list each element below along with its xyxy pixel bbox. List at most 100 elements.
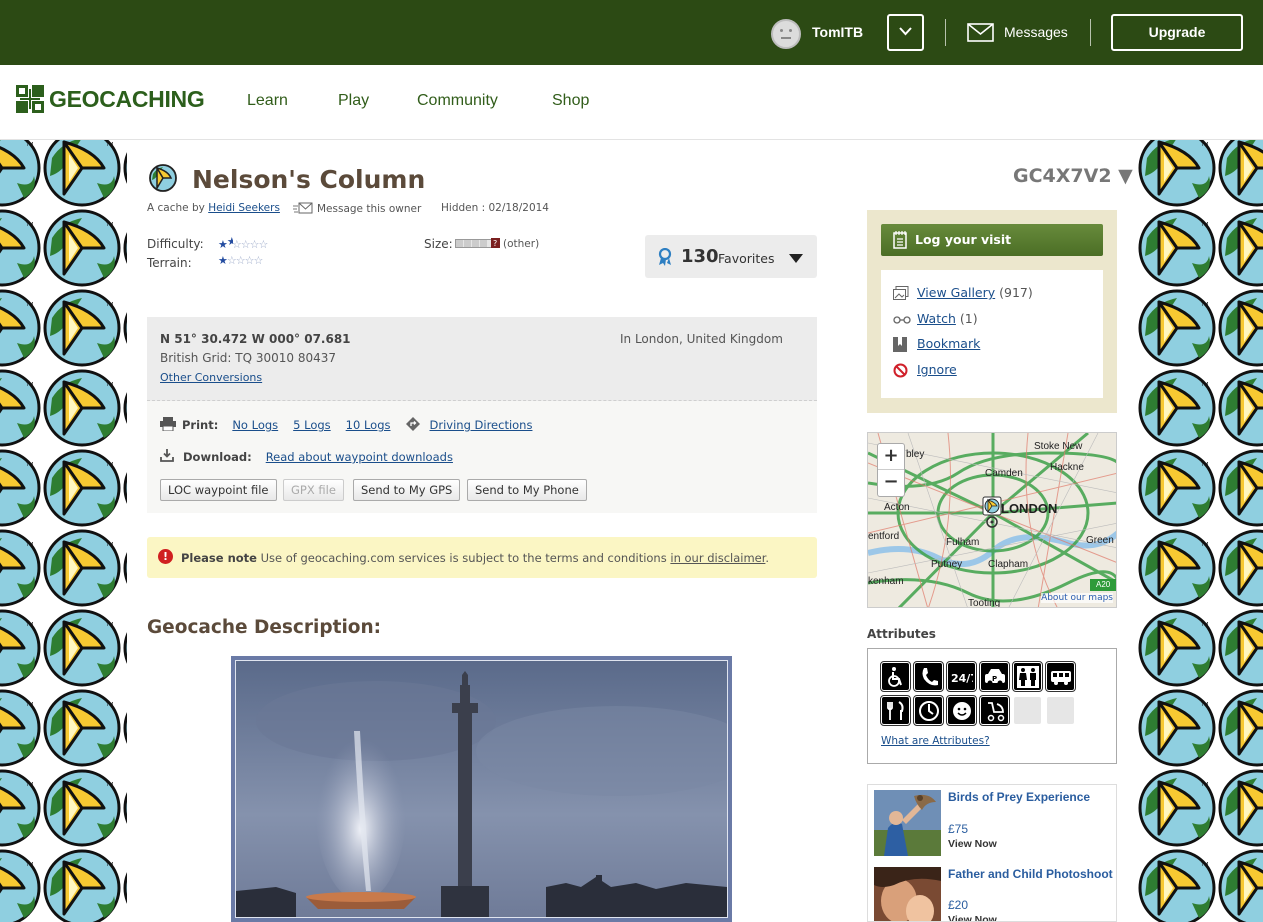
background-pattern-right: TM xyxy=(1137,140,1263,922)
bookmark-icon xyxy=(893,337,907,352)
download-row: Download: Read about waypoint downloads xyxy=(160,449,468,464)
ad-title[interactable]: Birds of Prey Experience xyxy=(948,790,1090,804)
what-are-attributes-link[interactable]: What are Attributes? xyxy=(881,735,990,747)
other-conversions-link[interactable]: Other Conversions xyxy=(160,371,262,384)
cache-photo xyxy=(231,656,732,922)
map-label: Tooting xyxy=(968,598,1001,608)
map-label: Hackne xyxy=(1050,462,1084,473)
map-label: Putney xyxy=(931,559,963,570)
cache-actions: View Gallery (917) Watch (1) Bookmark Ig… xyxy=(881,270,1103,398)
svg-text:?: ? xyxy=(493,239,497,248)
mail-icon[interactable] xyxy=(967,23,994,42)
gallery-icon xyxy=(893,286,909,300)
divider xyxy=(1090,19,1091,46)
gallery-count: (917) xyxy=(995,285,1033,300)
main-nav: GEOCACHING Learn Play Community Shop xyxy=(0,65,1263,140)
map-label: LONDON xyxy=(1001,501,1058,516)
print-no-logs-link[interactable]: No Logs xyxy=(232,418,278,432)
print-row: Print: No Logs 5 Logs 10 Logs Driving Direct… xyxy=(160,417,547,432)
cache-code-dropdown[interactable]: GC4X7V2 ▼ xyxy=(1013,165,1133,187)
difficulty-stars: ★★☆☆☆☆ xyxy=(218,235,268,251)
nav-shop[interactable]: Shop xyxy=(552,92,589,110)
alert-icon: ! xyxy=(158,549,173,564)
gallery-action: View Gallery (917) xyxy=(893,285,1033,300)
stroller-accessible-icon[interactable] xyxy=(979,695,1010,726)
print-5-logs-link[interactable]: 5 Logs xyxy=(293,418,331,432)
parking-available-icon[interactable]: P xyxy=(979,661,1010,692)
zoom-out-button[interactable]: − xyxy=(878,470,904,496)
about-maps-link[interactable]: About our maps xyxy=(1041,593,1113,603)
wheelchair-accessible-icon[interactable] xyxy=(880,661,911,692)
ignore-link[interactable]: Ignore xyxy=(917,362,957,377)
username[interactable]: TomITB xyxy=(812,24,863,40)
father-child-photoshoot-image[interactable] xyxy=(874,867,941,922)
bookmark-link[interactable]: Bookmark xyxy=(917,336,980,351)
ad-title[interactable]: Father and Child Photoshoot xyxy=(948,867,1113,881)
owner-link[interactable]: Heidi Seekers xyxy=(208,202,280,214)
cache-location: In London, United Kingdom xyxy=(620,332,783,346)
owner-prefix: A cache by xyxy=(147,202,205,214)
note-body: Use of geocaching.com services is subjec… xyxy=(256,551,671,565)
restrooms-icon[interactable] xyxy=(1012,661,1043,692)
send-to-gps-button[interactable]: Send to My GPS xyxy=(353,479,461,501)
ad-price: £20 xyxy=(948,898,969,912)
telephone-nearby-icon[interactable] xyxy=(913,661,944,692)
print-10-logs-link[interactable]: 10 Logs xyxy=(346,418,391,432)
cache-marker-icon xyxy=(982,496,1002,528)
send-to-phone-button[interactable]: Send to My Phone xyxy=(467,479,587,501)
driving-directions-link[interactable]: Driving Directions xyxy=(430,418,533,432)
ad-view-now[interactable]: View Now xyxy=(948,838,997,850)
nav-learn[interactable]: Learn xyxy=(247,92,288,110)
messages-link[interactable]: Messages xyxy=(1004,24,1068,40)
description-title: Geocache Description: xyxy=(147,617,382,638)
takes-less-than-hour-icon[interactable] xyxy=(913,695,944,726)
map-label: Acton xyxy=(884,502,910,513)
available-24-7-icon[interactable]: 24/7 xyxy=(946,661,977,692)
chevron-down-icon xyxy=(899,27,912,36)
divider xyxy=(945,19,946,46)
zoom-in-button[interactable]: + xyxy=(878,444,904,470)
note-end: . xyxy=(765,551,770,565)
bookmark-action: Bookmark xyxy=(893,336,980,352)
birds-of-prey-image[interactable] xyxy=(874,790,941,856)
food-nearby-icon[interactable] xyxy=(880,695,911,726)
map-label: bley xyxy=(906,449,925,460)
coordinates-panel: N 51° 30.472 W 000° 07.681 British Grid:… xyxy=(147,317,817,401)
disclaimer-link[interactable]: in our disclaimer xyxy=(670,551,765,565)
watch-link[interactable]: Watch xyxy=(917,311,956,326)
print-label: Print: xyxy=(182,418,219,432)
size-value: (other) xyxy=(503,238,540,250)
log-visit-label: Log your visit xyxy=(915,232,1012,247)
caret-down-icon xyxy=(789,254,803,263)
cache-map[interactable]: + − bley Stoke New Hackne Camden LONDON … xyxy=(867,432,1117,608)
main-content: Nelson's Column GC4X7V2 ▼ A cache by Hei… xyxy=(127,140,1137,922)
favorites-dropdown[interactable]: 130 Favorites xyxy=(645,235,817,278)
account-dropdown-button[interactable] xyxy=(887,14,924,51)
nav-play[interactable]: Play xyxy=(338,92,369,110)
download-icon xyxy=(160,449,174,462)
map-label: Stoke New xyxy=(1034,441,1083,452)
gpx-file-button[interactable]: GPX file xyxy=(283,479,344,501)
size-label: Size: xyxy=(424,237,453,251)
message-owner-link[interactable]: Message this owner xyxy=(293,202,421,215)
terrain-label: Terrain: xyxy=(147,256,192,270)
kid-friendly-icon[interactable] xyxy=(946,695,977,726)
public-transport-icon[interactable] xyxy=(1045,661,1076,692)
log-visit-button[interactable]: Log your visit xyxy=(881,224,1103,256)
ad-price: £75 xyxy=(948,822,969,836)
view-gallery-link[interactable]: View Gallery xyxy=(917,285,995,300)
map-label: Green xyxy=(1086,535,1114,546)
watch-action: Watch (1) xyxy=(893,311,978,326)
disclaimer-note: ! Please note Use of geocaching.com serv… xyxy=(147,537,817,578)
upgrade-button[interactable]: Upgrade xyxy=(1111,14,1243,51)
user-avatar[interactable] xyxy=(771,19,801,49)
waypoint-downloads-link[interactable]: Read about waypoint downloads xyxy=(266,450,453,464)
ignore-icon xyxy=(893,363,908,378)
geocaching-logo-icon[interactable] xyxy=(16,85,44,113)
logo-text[interactable]: GEOCACHING xyxy=(49,86,205,113)
download-label: Download: xyxy=(183,450,252,464)
ad-view-now[interactable]: View Now xyxy=(948,914,997,921)
cache-title: Nelson's Column xyxy=(192,165,426,194)
nav-community[interactable]: Community xyxy=(417,92,498,110)
loc-waypoint-button[interactable]: LOC waypoint file xyxy=(160,479,277,501)
